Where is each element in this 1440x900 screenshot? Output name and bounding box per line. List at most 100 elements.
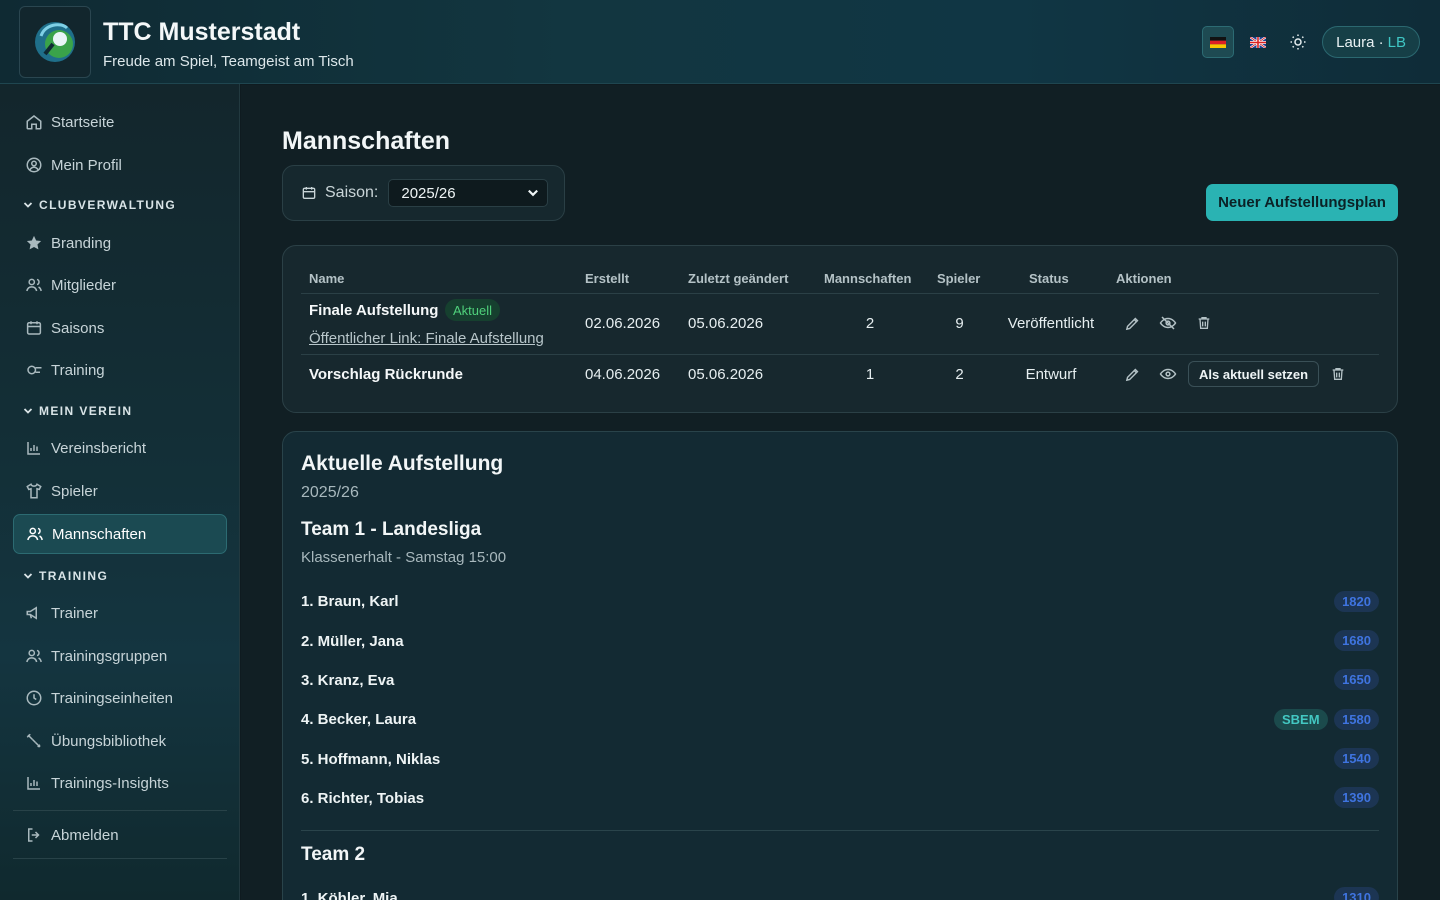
sidebar: Startseite Mein Profil CLUBVERWALTUNG Br… — [0, 84, 240, 900]
player-tag: SBEM — [1274, 709, 1328, 730]
sidebar-item-label: Saisons — [51, 319, 105, 337]
ball-icon — [25, 361, 43, 379]
team-divider — [301, 830, 1379, 831]
sidebar-item-mitglieder[interactable]: Mitglieder — [13, 265, 227, 305]
users-icon — [25, 647, 43, 665]
sidebar-item-trainingseinheiten[interactable]: Trainingseinheiten — [13, 678, 227, 718]
megaphone-icon — [25, 604, 43, 622]
team-name: Team 2 — [301, 844, 366, 865]
plan-modified: 05.06.2026 — [688, 366, 764, 383]
sidebar-item-label: Trainings-Insights — [51, 774, 169, 792]
sun-icon — [1290, 34, 1306, 50]
plan-created: 02.06.2026 — [585, 315, 661, 332]
plan-status: Entwurf — [1025, 366, 1077, 383]
sidebar-item-label: Vereinsbericht — [51, 439, 147, 457]
plan-player-count: 9 — [955, 315, 964, 332]
rating-badge: 1390 — [1334, 787, 1379, 808]
public-link[interactable]: Öffentlicher Link: Finale Aufstellung — [309, 330, 544, 347]
eye-off-icon — [1159, 316, 1177, 330]
sidebar-item-mein-profil[interactable]: Mein Profil — [13, 145, 227, 185]
plan-name: Finale Aufstellung — [309, 302, 439, 319]
sidebar-item-label: Startseite — [51, 113, 115, 131]
player-name: 1. Köhler, Mia — [301, 890, 398, 900]
sidebar-item-trainings-insights[interactable]: Trainings-Insights — [13, 763, 227, 803]
sidebar-item-training[interactable]: Training — [13, 350, 227, 390]
plan-team-count: 2 — [865, 315, 875, 332]
section-mein-verein[interactable]: MEIN VEREIN — [23, 404, 132, 418]
sidebar-item-spieler[interactable]: Spieler — [13, 471, 227, 511]
club-logo[interactable] — [19, 6, 91, 78]
current-lineup-card: Aktuelle Aufstellung 2025/26 Team 1 - La… — [282, 431, 1398, 900]
unpublish-button[interactable] — [1159, 314, 1177, 332]
season-label: Saison: — [325, 184, 379, 201]
sidebar-item-startseite[interactable]: Startseite — [13, 102, 227, 142]
section-clubverwaltung[interactable]: CLUBVERWALTUNG — [23, 198, 176, 212]
section-title: CLUBVERWALTUNG — [39, 198, 177, 212]
edit-button[interactable] — [1123, 365, 1141, 383]
set-current-button[interactable]: Als aktuell setzen — [1188, 361, 1320, 387]
user-name: Laura · — [1336, 33, 1384, 51]
edit-button[interactable] — [1123, 314, 1141, 332]
users-icon — [25, 276, 43, 294]
sidebar-item-uebungsbibliothek[interactable]: Übungsbibliothek — [13, 721, 227, 761]
plan-name: Vorschlag Rückrunde — [309, 366, 463, 383]
home-icon — [25, 113, 43, 131]
user-menu-button[interactable]: Laura · LB — [1322, 26, 1420, 58]
column-header-players: Spieler — [937, 271, 981, 286]
player-name: 5. Hoffmann, Niklas — [301, 751, 441, 768]
star-icon — [25, 234, 43, 252]
language-english-button[interactable] — [1242, 26, 1274, 58]
plan-team-count: 1 — [865, 366, 875, 383]
calendar-icon — [302, 187, 316, 199]
sidebar-item-label: Mannschaften — [52, 525, 147, 543]
rating-badge: 1820 — [1334, 591, 1379, 612]
sidebar-item-trainingsgruppen[interactable]: Trainingsgruppen — [13, 636, 227, 676]
sidebar-item-trainer[interactable]: Trainer — [13, 593, 227, 633]
main-content: Mannschaften Saison: 2025/26 Neuer Aufst… — [241, 85, 1440, 900]
section-training[interactable]: TRAINING — [23, 569, 108, 583]
pencil-icon — [1125, 317, 1138, 330]
table-divider — [301, 293, 1379, 294]
season-select[interactable]: 2025/26 — [388, 179, 549, 207]
column-header-modified: Zuletzt geändert — [688, 271, 789, 286]
page-title: Mannschaften — [282, 127, 451, 155]
sidebar-item-vereinsbericht[interactable]: Vereinsbericht — [13, 428, 227, 468]
column-header-name: Name — [309, 271, 345, 286]
language-german-button[interactable] — [1202, 26, 1235, 58]
german-flag-icon — [1210, 36, 1227, 48]
team-description: Klassenerhalt - Samstag 15:00 — [301, 549, 507, 566]
sidebar-item-label: Mitglieder — [51, 276, 117, 294]
rating-badge: 1580 — [1334, 709, 1379, 730]
logout-icon — [25, 826, 43, 844]
plan-status: Veröffentlicht — [1007, 315, 1095, 332]
section-title: TRAINING — [39, 569, 109, 583]
theme-toggle-button[interactable] — [1282, 26, 1314, 58]
season-select-value: 2025/26 — [401, 184, 456, 202]
sidebar-item-saisons[interactable]: Saisons — [13, 308, 227, 348]
column-header-teams: Mannschaften — [824, 271, 912, 286]
sidebar-item-branding[interactable]: Branding — [13, 223, 227, 263]
pencil-icon — [1125, 368, 1138, 381]
player-name: 1. Braun, Karl — [301, 593, 399, 610]
sidebar-divider — [13, 858, 227, 859]
rating-badge: 1310 — [1334, 887, 1379, 900]
rating-badge: 1650 — [1334, 669, 1379, 690]
rating-badge: 1680 — [1334, 630, 1379, 651]
tools-icon — [25, 732, 43, 750]
delete-button[interactable] — [1195, 314, 1213, 332]
chevron-down-icon — [23, 408, 33, 414]
rating-badge: 1540 — [1334, 748, 1379, 769]
trash-icon — [1332, 368, 1344, 380]
column-header-actions: Aktionen — [1116, 271, 1172, 286]
delete-button[interactable] — [1329, 365, 1347, 383]
sidebar-item-label: Abmelden — [51, 826, 119, 844]
table-divider — [301, 354, 1379, 355]
logout-button[interactable]: Abmelden — [13, 815, 227, 855]
sidebar-item-label: Trainingseinheiten — [51, 689, 174, 707]
publish-button[interactable] — [1159, 365, 1177, 383]
player-name: 4. Becker, Laura — [301, 711, 417, 728]
user-initials: LB — [1387, 33, 1406, 51]
sidebar-item-label: Trainer — [51, 604, 98, 622]
new-lineup-plan-button[interactable]: Neuer Aufstellungsplan — [1206, 184, 1398, 221]
sidebar-item-mannschaften[interactable]: Mannschaften — [13, 514, 227, 554]
